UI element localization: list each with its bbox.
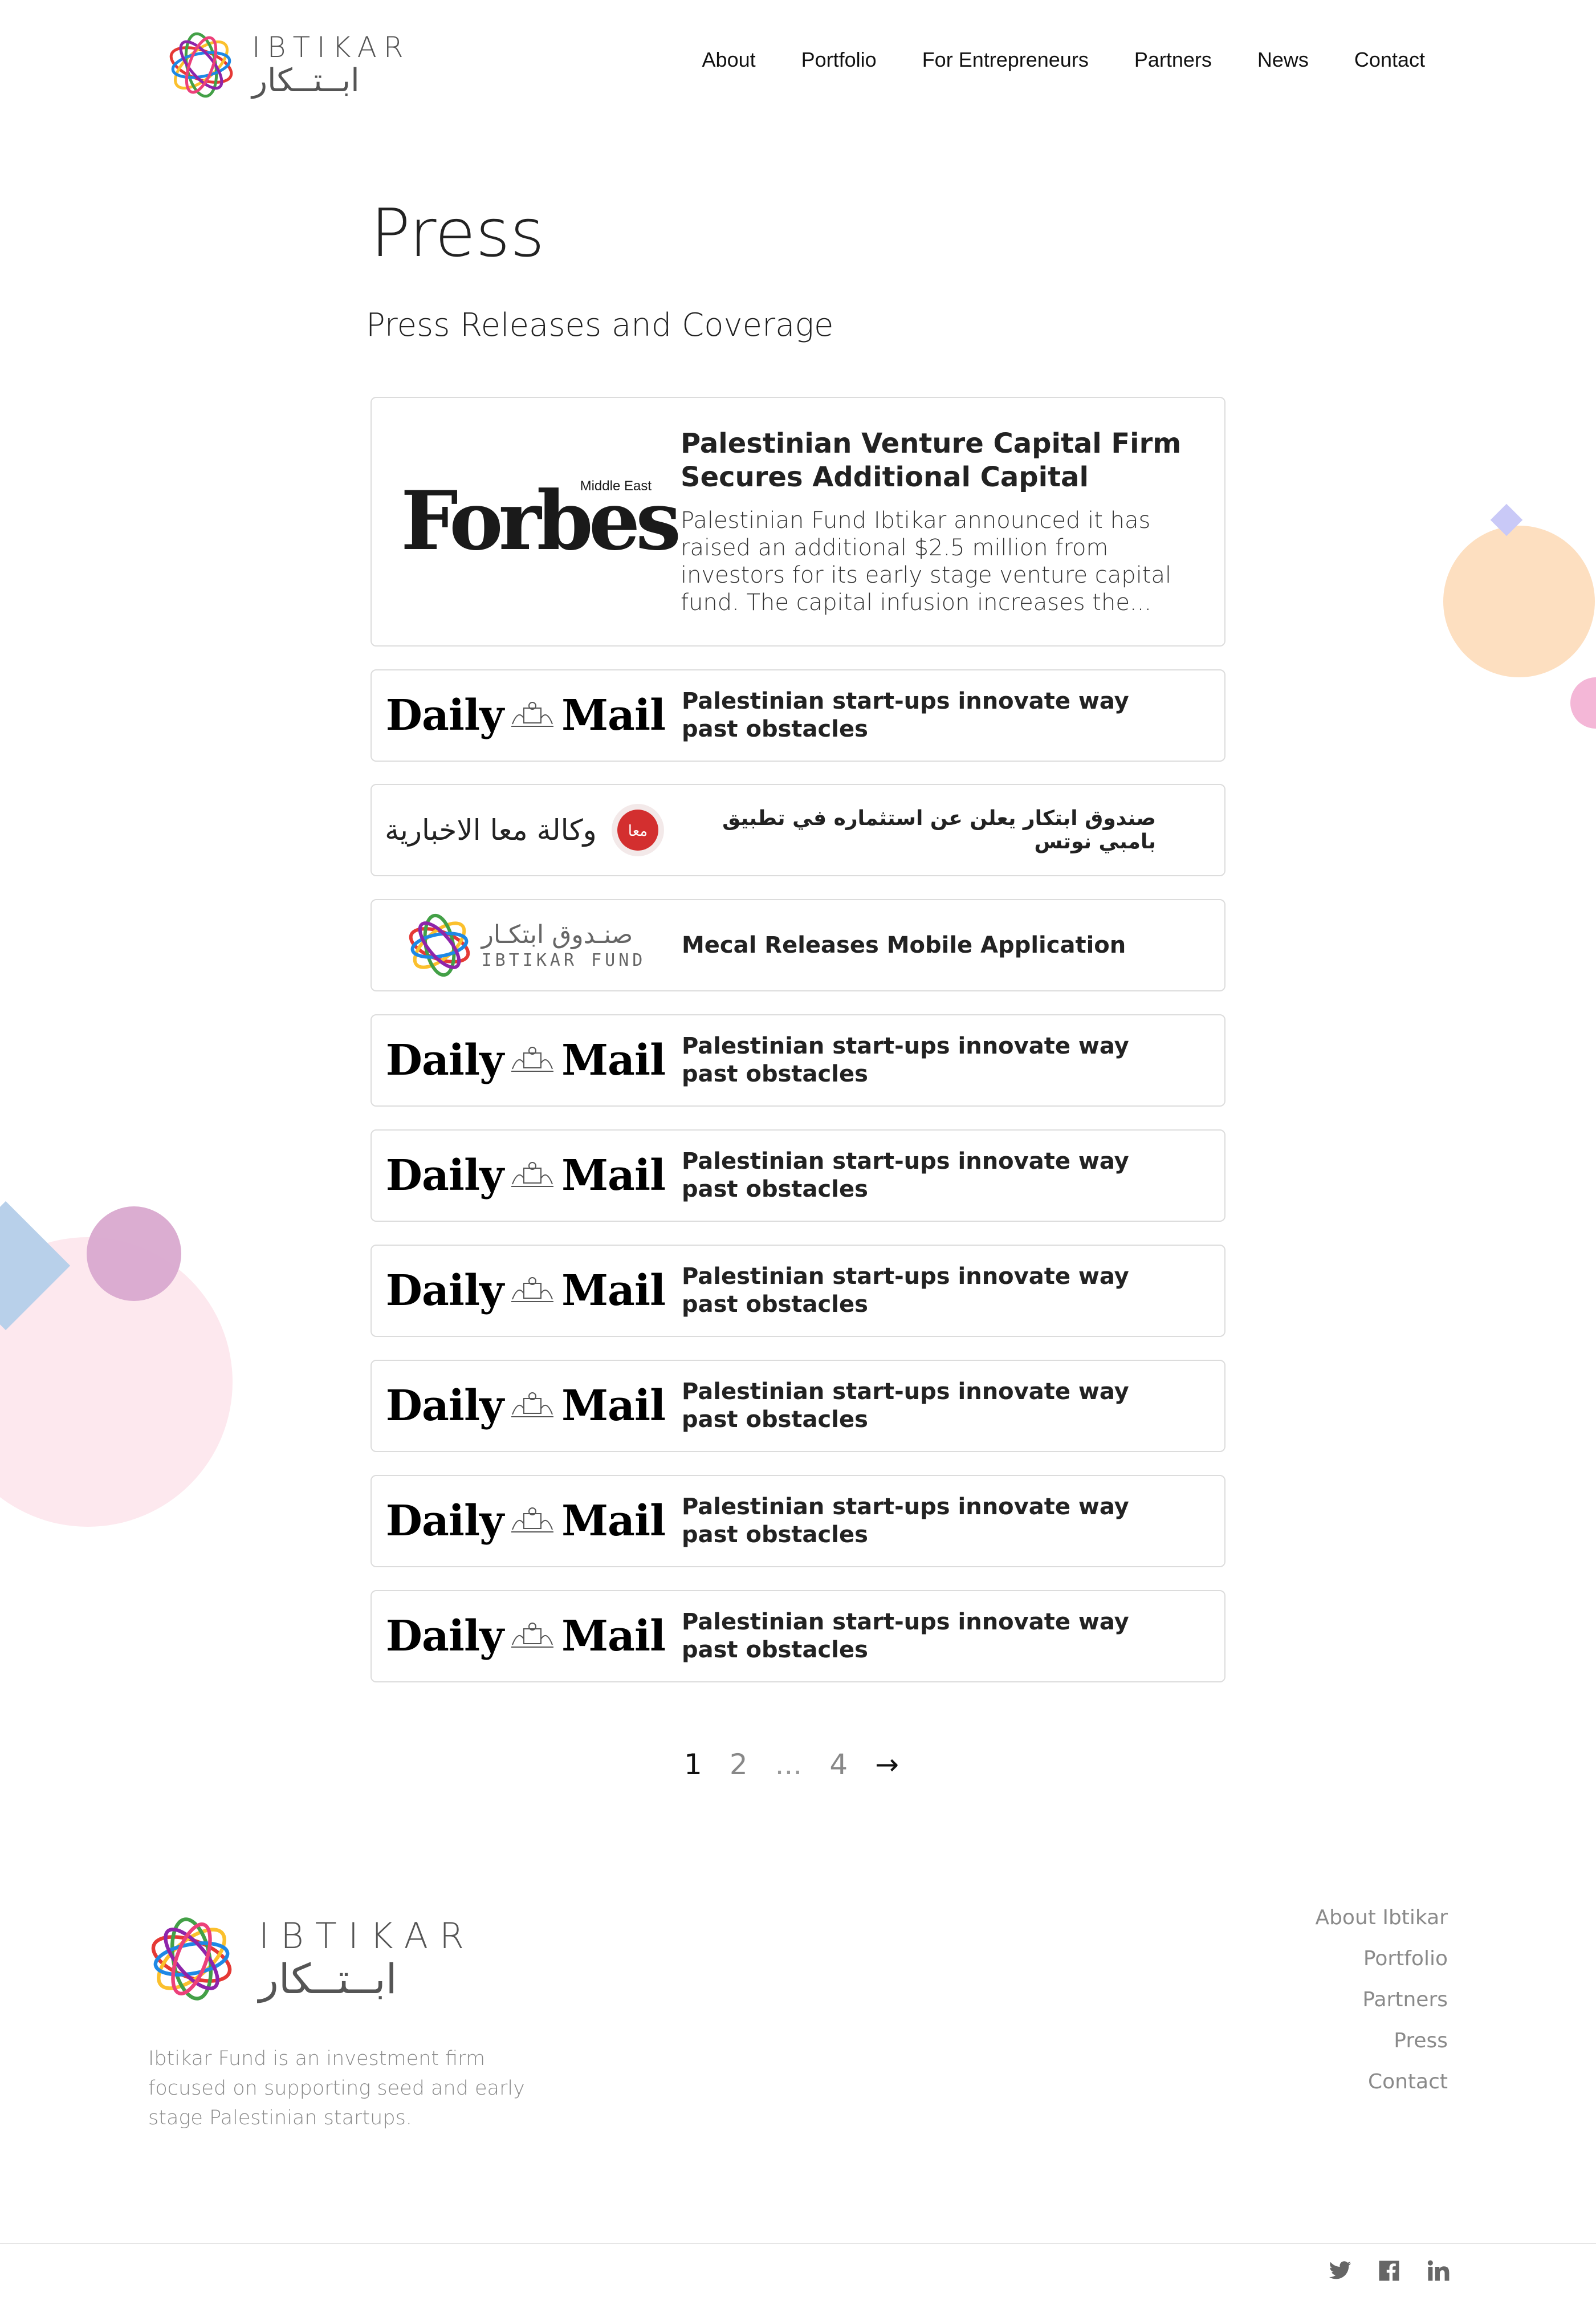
article-title: Mecal Releases Mobile Application: [682, 932, 1126, 958]
article-card[interactable]: Daily Mail Palestinian start-ups innovate…: [370, 1475, 1226, 1567]
nav-for-entrepreneurs[interactable]: For Entrepreneurs: [922, 48, 1089, 72]
page-2-link[interactable]: 2: [730, 1748, 748, 1781]
twitter-icon[interactable]: [1328, 2259, 1352, 2283]
article-card[interactable]: Daily Mail Palestinian start-ups innovate…: [370, 1590, 1226, 1682]
decorative-circle: [1570, 677, 1596, 729]
article-title: Palestinian start-ups innovate way past …: [682, 1148, 1129, 1202]
ibtikar-fund-logo: صنـدوق ابتكـار IBTIKAR FUND: [372, 900, 679, 990]
linkedin-icon[interactable]: [1426, 2259, 1450, 2283]
footer-logo[interactable]: IBTIKAR ابــتــكار: [146, 1913, 475, 2005]
daily-mail-crest-icon: [511, 702, 554, 727]
maan-badge-icon: معا: [611, 804, 664, 856]
nav-news[interactable]: News: [1257, 48, 1309, 72]
nav-about[interactable]: About: [702, 48, 756, 72]
ibtikar-logo-icon: [151, 1917, 232, 2001]
article-title: Palestinian start-ups innovate way past …: [682, 1033, 1129, 1087]
daily-mail-logo: Daily Mail: [385, 1266, 666, 1315]
brand-name-en: IBTIKAR: [259, 1915, 476, 1957]
brand-name-en: IBTIKAR: [252, 31, 410, 64]
article-card[interactable]: Daily Mail Palestinian start-ups innovate…: [370, 1129, 1226, 1222]
article-title: Palestinian start-ups innovate way past …: [682, 1263, 1129, 1318]
article-card[interactable]: Daily Mail Palestinian start-ups innovate…: [370, 1014, 1226, 1107]
page-subtitle: Press Releases and Coverage: [366, 307, 834, 344]
article-excerpt: Palestinian Fund Ibtikar announced it ha…: [681, 507, 1172, 616]
daily-mail-crest-icon: [511, 1162, 554, 1187]
page-4-link[interactable]: 4: [829, 1748, 848, 1781]
daily-mail-logo: Daily Mail: [385, 1497, 666, 1546]
daily-mail-logo: Daily Mail: [385, 691, 666, 740]
article-card[interactable]: Daily Mail Palestinian start-ups innovate…: [370, 1245, 1226, 1337]
ibtikar-fund-mark-icon: [409, 913, 470, 977]
daily-mail-logo: Daily Mail: [385, 1151, 666, 1200]
daily-mail-logo: Daily Mail: [385, 1036, 666, 1085]
brand-name-ar: ابــتــكار: [259, 1955, 397, 2003]
article-card[interactable]: Daily Mail Palestinian start-ups innovate…: [370, 1360, 1226, 1452]
nav-portfolio[interactable]: Portfolio: [801, 48, 877, 72]
footer-nav: About Ibtikar Portfolio Partners Press C…: [1315, 1897, 1448, 2103]
nav-partners[interactable]: Partners: [1134, 48, 1212, 72]
article-card[interactable]: وكالة معا الاخبارية معا صندوق ابتكار يعل…: [370, 784, 1226, 876]
svg-text:معا: معا: [628, 823, 648, 840]
main-nav: About Portfolio For Entrepreneurs Partne…: [657, 48, 1425, 72]
decorative-circle: [87, 1206, 181, 1301]
daily-mail-crest-icon: [511, 1047, 554, 1072]
article-card[interactable]: صنـدوق ابتكـار IBTIKAR FUND Mecal Releas…: [370, 899, 1226, 991]
article-title: Palestinian start-ups innovate way past …: [682, 1609, 1129, 1663]
footer-link-contact[interactable]: Contact: [1368, 2062, 1448, 2103]
facebook-icon[interactable]: [1377, 2259, 1401, 2283]
article-title: Palestinian start-ups innovate way past …: [682, 1379, 1129, 1433]
daily-mail-logo: Daily Mail: [385, 1612, 666, 1661]
pagination-ellipsis: ...: [775, 1748, 803, 1781]
maan-logo: وكالة معا الاخبارية معا: [372, 785, 679, 875]
social-links: [1328, 2259, 1450, 2283]
brand-logo[interactable]: IBTIKAR ابــتــكار: [165, 27, 416, 103]
ibtikar-logo-icon: [169, 32, 233, 98]
maan-wordmark: وكالة معا الاخبارية: [385, 814, 597, 847]
daily-mail-crest-icon: [511, 1392, 554, 1417]
footer-divider: [0, 2243, 1596, 2244]
footer-link-about-ibtikar[interactable]: About Ibtikar: [1315, 1897, 1448, 1938]
next-page-icon[interactable]: →: [875, 1748, 899, 1781]
footer-description: Ibtikar Fund is an investment firm focus…: [148, 2047, 525, 2129]
page-title: Press: [370, 195, 545, 272]
daily-mail-logo: Daily Mail: [385, 1381, 666, 1430]
site-header: IBTIKAR ابــتــكار About Portfolio For E…: [0, 0, 1596, 131]
footer-link-press[interactable]: Press: [1394, 2021, 1448, 2062]
brand-name-ar: ابــتــكار: [252, 62, 360, 99]
article-title: Palestinian start-ups innovate way past …: [682, 1494, 1129, 1548]
article-title: Palestinian start-ups innovate way past …: [682, 688, 1129, 742]
daily-mail-crest-icon: [511, 1623, 554, 1648]
decorative-circle: [1443, 526, 1595, 677]
footer-link-portfolio[interactable]: Portfolio: [1363, 1938, 1448, 1979]
forbes-logo: Forbes Middle East: [372, 398, 681, 645]
footer-link-partners[interactable]: Partners: [1362, 1979, 1448, 2021]
article-title: Palestinian Venture Capital Firm Secures…: [681, 428, 1182, 493]
article-title: صندوق ابتكار يعلن عن استثماره في تطبيق ب…: [722, 807, 1156, 853]
article-card[interactable]: Daily Mail Palestinian start-ups innovat…: [370, 669, 1226, 762]
forbes-subtitle: Middle East: [580, 478, 652, 494]
daily-mail-crest-icon: [511, 1507, 554, 1532]
daily-mail-crest-icon: [511, 1277, 554, 1302]
page-1-link[interactable]: 1: [684, 1748, 702, 1781]
nav-contact[interactable]: Contact: [1354, 48, 1425, 72]
pagination: 1 2 ... 4 →: [684, 1748, 899, 1781]
featured-article-card[interactable]: Forbes Middle East Palestinian Venture C…: [370, 397, 1226, 647]
